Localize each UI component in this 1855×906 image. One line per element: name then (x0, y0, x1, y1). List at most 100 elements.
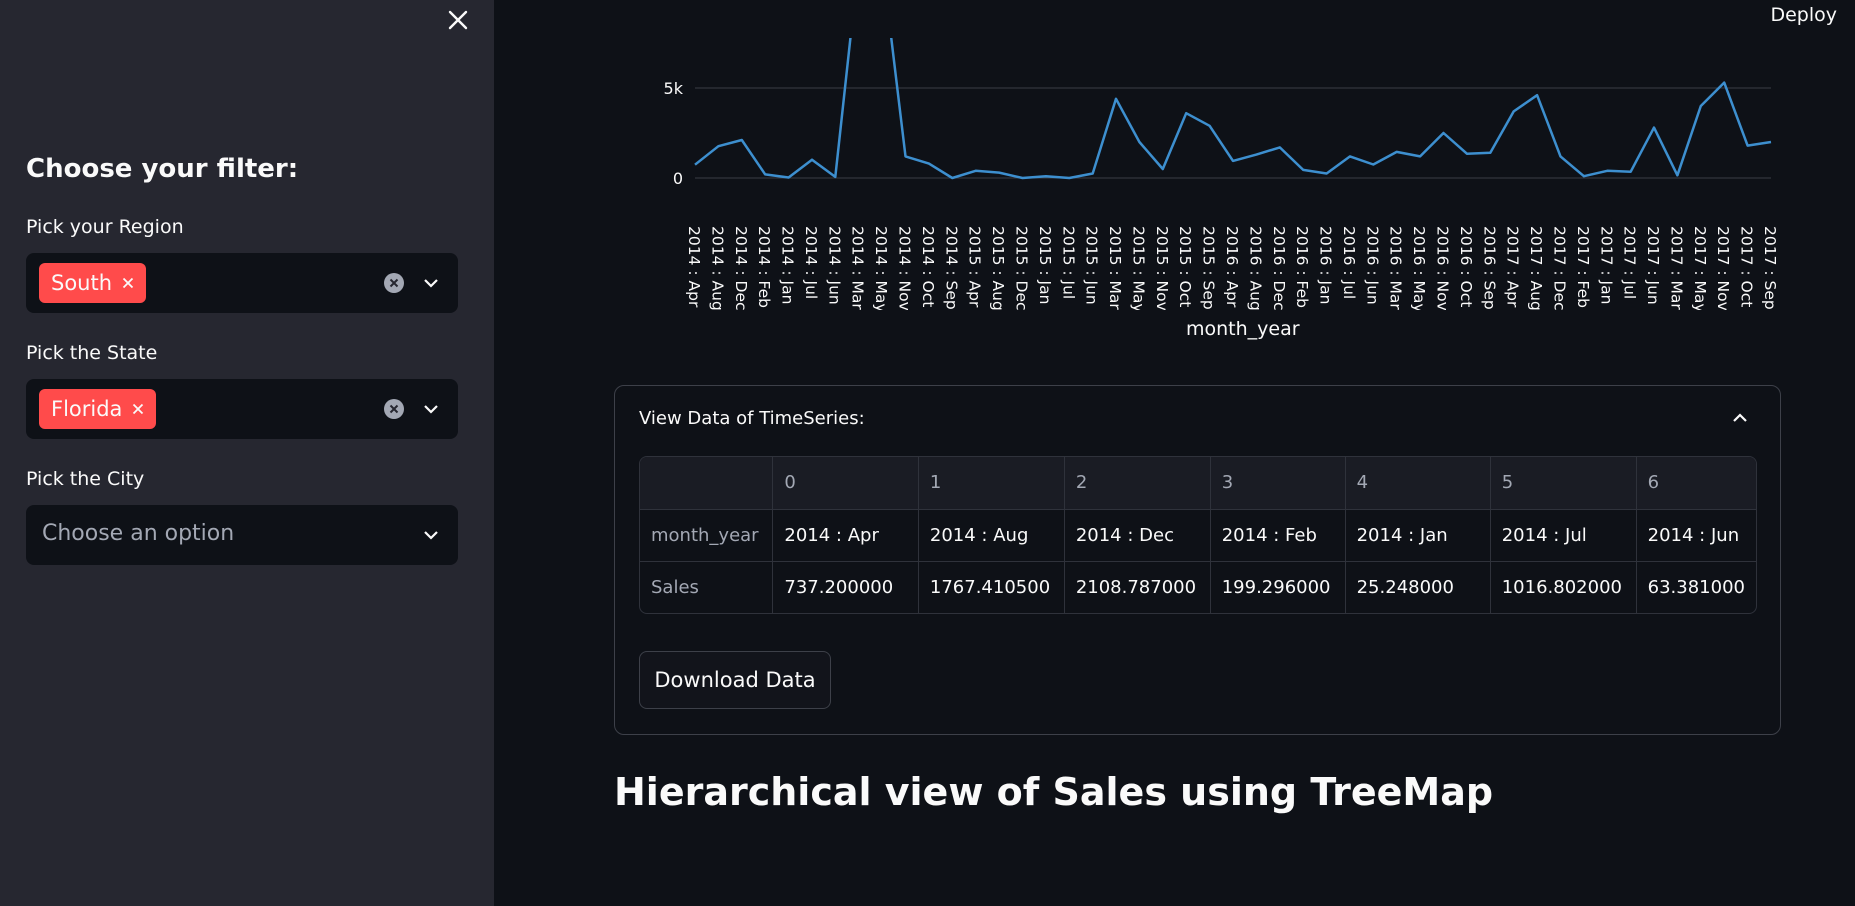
table-cell: 2014 : Jun (1636, 509, 1756, 562)
x-tick-label: 2017 : Jul (1621, 226, 1639, 299)
column-header: 1 (918, 457, 1065, 510)
x-tick-label: 2016 : Oct (1457, 226, 1475, 307)
region-tag: South (39, 263, 147, 303)
x-tick-label: 2017 : Feb (1574, 226, 1592, 308)
deploy-button[interactable]: Deploy (1770, 4, 1837, 26)
row-header: month_year (640, 509, 774, 562)
table-cell: 1016.802000 (1490, 561, 1637, 613)
table-cell: 2014 : Jan (1345, 509, 1491, 562)
timeseries-table: 0 1 2 3 4 5 6 month_year 2014 : Apr 2014… (639, 456, 1757, 614)
x-tick-label: 2015 : Aug (989, 226, 1007, 310)
x-tick-label: 2015 : Mar (1106, 226, 1124, 310)
filter-heading: Choose your filter: (26, 154, 299, 184)
close-icon (448, 10, 468, 30)
chevron-up-icon[interactable] (1730, 408, 1750, 428)
x-tick-label: 2014 : May (872, 226, 890, 310)
x-tick-label: 2017 : Dec (1551, 226, 1569, 310)
x-tick-label: 2014 : Jul (802, 226, 820, 299)
x-tick-label: 2014 : Oct (919, 226, 937, 307)
x-tick-label: 2015 : Jul (1059, 226, 1077, 299)
x-tick-label: 2017 : Oct (1738, 226, 1756, 307)
x-tick-label: 2015 : Oct (1176, 226, 1194, 307)
y-tick-label: 5k (664, 79, 684, 98)
x-tick-label: 2016 : Jun (1363, 226, 1381, 305)
table-cell: 25.248000 (1345, 561, 1491, 613)
clear-all-icon[interactable] (384, 273, 404, 293)
x-tick-label: 2014 : Mar (849, 226, 867, 310)
table-cell: 2014 : Dec (1064, 509, 1211, 562)
chevron-down-icon[interactable] (422, 526, 440, 544)
download-data-button[interactable]: Download Data (639, 651, 831, 709)
column-header: 6 (1636, 457, 1756, 510)
sidebar: Choose your filter: Pick your Region Sou… (0, 0, 494, 906)
state-label: Pick the State (26, 342, 158, 364)
close-sidebar-button[interactable] (444, 6, 472, 34)
row-header: Sales (640, 561, 774, 613)
city-label: Pick the City (26, 468, 145, 490)
x-tick-label: 2015 : Jun (1083, 226, 1101, 305)
remove-tag-icon[interactable] (122, 277, 134, 289)
column-header (640, 457, 774, 510)
x-tick-label: 2015 : Dec (1013, 226, 1031, 310)
x-tick-label: 2017 : Nov (1714, 226, 1732, 310)
x-tick-label: 2016 : Sep (1480, 226, 1498, 310)
x-tick-label: 2014 : Dec (732, 226, 750, 310)
table-cell: 2014 : Jul (1490, 509, 1637, 562)
timeseries-line-chart: 0 5k 2014 : Apr 2014 : Aug 2014 : Dec 2014 : … (664, 38, 1779, 310)
y-tick-label: 0 (673, 169, 683, 188)
treemap-section-title: Hierarchical view of Sales using TreeMap (614, 770, 1494, 814)
chevron-down-icon[interactable] (422, 400, 440, 418)
x-tick-label: 2017 : May (1691, 226, 1709, 310)
column-header: 0 (772, 457, 919, 510)
x-tick-label: 2017 : Apr (1504, 226, 1522, 308)
column-header: 3 (1210, 457, 1346, 510)
x-tick-label: 2016 : Nov (1434, 226, 1452, 310)
x-tick-label: 2015 : Nov (1153, 226, 1171, 310)
chevron-down-icon[interactable] (422, 274, 440, 292)
x-tick-label: 2016 : Dec (1270, 226, 1288, 310)
table-cell: 199.296000 (1210, 561, 1346, 613)
x-tick-label: 2014 : Apr (685, 226, 703, 308)
state-tag: Florida (39, 389, 157, 429)
state-multiselect[interactable]: Florida (26, 379, 458, 439)
x-tick-label: 2017 : Jan (1597, 226, 1615, 304)
x-tick-label: 2016 : Mar (1387, 226, 1405, 310)
city-multiselect[interactable]: Choose an option (26, 505, 458, 565)
x-tick-label: 2015 : Sep (1200, 226, 1218, 310)
table-cell: 1767.410500 (918, 561, 1065, 613)
column-header: 5 (1490, 457, 1637, 510)
clear-all-icon[interactable] (384, 399, 404, 419)
table-cell: 737.200000 (772, 561, 919, 613)
table-row: month_year 2014 : Apr 2014 : Aug 2014 : … (640, 509, 1756, 562)
column-header: 2 (1064, 457, 1211, 510)
x-tick-label: 2016 : Jan (1317, 226, 1335, 304)
column-header: 4 (1345, 457, 1491, 510)
table-cell: 2014 : Feb (1210, 509, 1346, 562)
table-cell: 63.381000 (1647, 576, 1745, 598)
state-tag-label: Florida (51, 397, 123, 421)
x-axis-title: month_year (1186, 318, 1300, 340)
timeseries-expander: View Data of TimeSeries: 0 1 2 3 4 5 6 m… (614, 385, 1781, 735)
table-row: Sales 737.200000 1767.410500 2108.787000… (640, 561, 1756, 613)
region-label: Pick your Region (26, 216, 184, 238)
expander-title[interactable]: View Data of TimeSeries: (639, 408, 865, 429)
x-tick-label: 2016 : Apr (1223, 226, 1241, 308)
table-cell: 2014 : Apr (772, 509, 919, 562)
x-tick-label: 2014 : Nov (896, 226, 914, 310)
x-tick-label: 2015 : May (1129, 226, 1147, 310)
region-multiselect[interactable]: South (26, 253, 458, 313)
x-tick-label: 2014 : Aug (708, 226, 726, 310)
x-tick-label: 2017 : Sep (1761, 226, 1779, 310)
x-tick-label: 2017 : Jun (1644, 226, 1662, 305)
table-cell: 2014 : Aug (918, 509, 1065, 562)
x-tick-label: 2014 : Jun (825, 226, 843, 305)
remove-tag-icon[interactable] (132, 403, 144, 415)
x-tick-label: 2016 : Jul (1340, 226, 1358, 299)
x-tick-label: 2016 : Aug (1246, 226, 1264, 310)
x-tick-label: 2016 : May (1410, 226, 1428, 310)
table-header-row: 0 1 2 3 4 5 6 (640, 457, 1756, 510)
x-tick-label: 2015 : Jan (1036, 226, 1054, 304)
x-tick-label: 2017 : Mar (1667, 226, 1685, 310)
x-tick-label: 2014 : Jan (779, 226, 797, 304)
x-tick-label: 2014 : Sep (942, 226, 960, 310)
